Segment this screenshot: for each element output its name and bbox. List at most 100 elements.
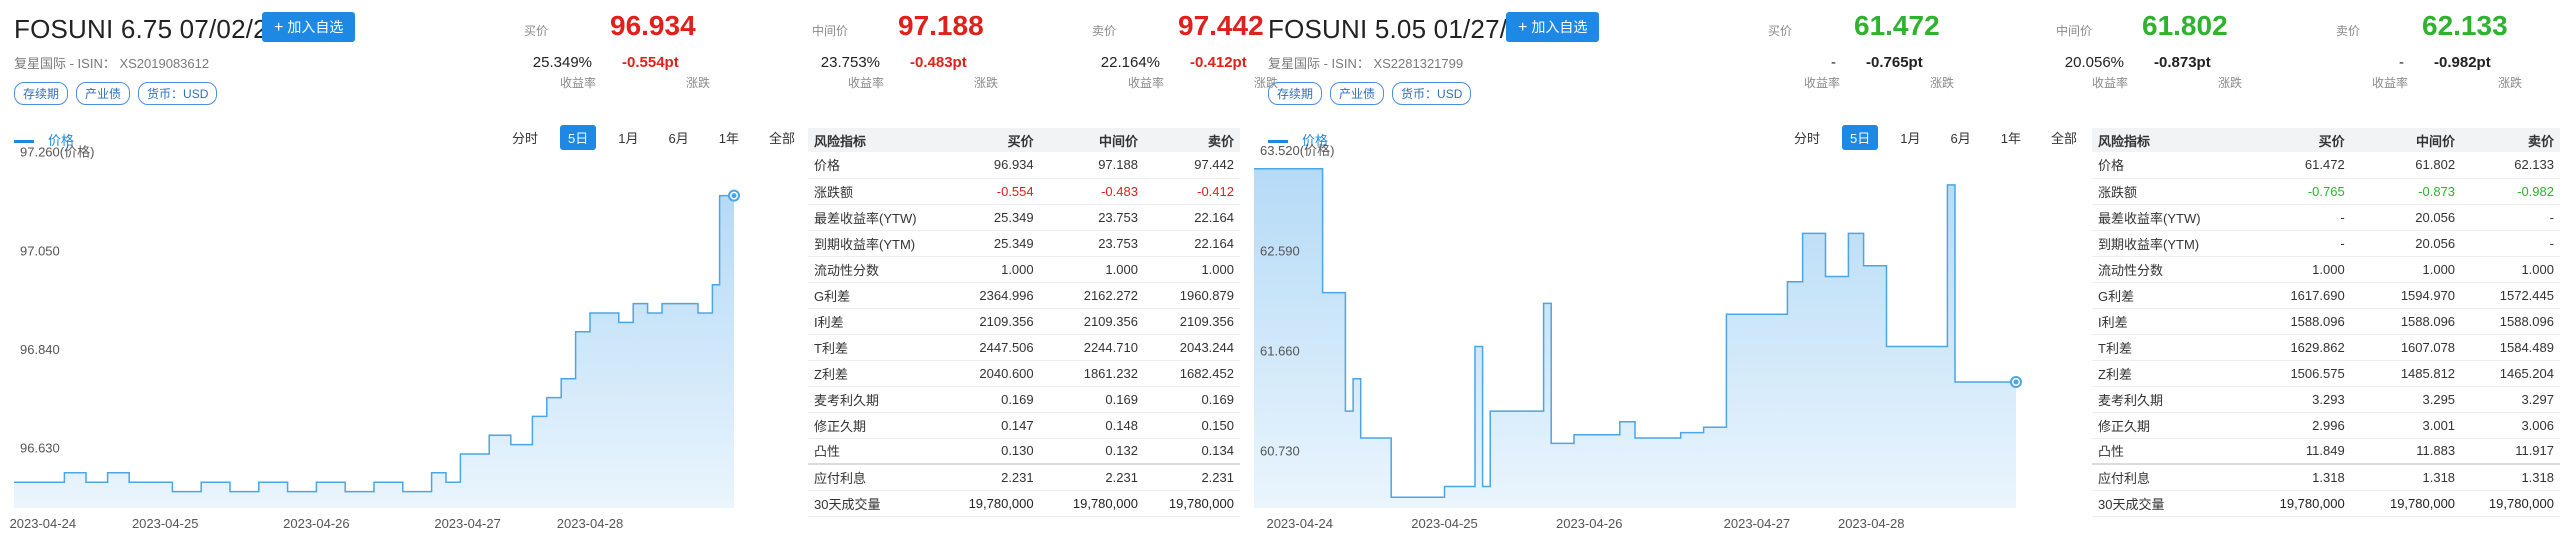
- ask-value: 1.000: [2461, 256, 2560, 283]
- ask-value: 19,780,000: [1143, 490, 1240, 517]
- price-area: [14, 195, 734, 508]
- mid-value: 97.188: [1039, 152, 1144, 179]
- bid-value: 96.934: [935, 152, 1040, 179]
- bid-change-label: 涨跌: [686, 76, 711, 90]
- price-chart-svg: 63.520(价格) 62.590 61.660 60.730 2023-04-24 20…: [1254, 143, 2022, 531]
- x-tick-label: 2023-04-27: [434, 516, 501, 531]
- bid-label: 买价: [1768, 24, 1793, 38]
- add-to-watchlist-button[interactable]: + 加入自选: [1506, 12, 1600, 42]
- col-header-bid: 买价: [935, 128, 1040, 152]
- mid-value: 1861.232: [1039, 360, 1144, 387]
- y-tick-label: 96.630: [20, 441, 60, 456]
- table-header-row: 风险指标 买价 中间价 卖价: [2092, 128, 2560, 152]
- bond-panel-fosuni-2027: FOSUNI 5.05 01/27/27 + 加入自选 复星国际 - ISIN： …: [1254, 0, 2560, 539]
- metric-name: 麦考利久期: [2092, 386, 2241, 413]
- table-row: 30天成交量 19,780,000 19,780,000 19,780,000: [808, 490, 1240, 517]
- period-tab-2[interactable]: 1月: [1892, 125, 1928, 150]
- tag-industry[interactable]: 产业债: [76, 82, 131, 105]
- ask-value: 0.169: [1143, 386, 1240, 413]
- ask-value: 2109.356: [1143, 308, 1240, 335]
- tag-currency[interactable]: 货币：USD: [138, 82, 218, 105]
- table-row: 修正久期 0.147 0.148 0.150: [808, 412, 1240, 439]
- ask-value: 19,780,000: [2461, 490, 2560, 517]
- mid-yield-label: 收益率: [2092, 76, 2129, 90]
- table-row: 应付利息 1.318 1.318 1.318: [2092, 463, 2560, 491]
- bid-value: 11.849: [2240, 438, 2351, 465]
- mid-value: 19,780,000: [2350, 490, 2462, 517]
- mid-change: -0.483pt: [910, 54, 967, 71]
- bid-value: 1.318: [2240, 463, 2351, 491]
- mid-value: 23.753: [1039, 204, 1144, 231]
- ask-value: 3.297: [2461, 386, 2560, 413]
- period-tab-4[interactable]: 1年: [711, 125, 747, 150]
- ask-price: 62.133: [2422, 10, 2508, 41]
- period-tab-0[interactable]: 分时: [504, 125, 546, 150]
- bond-title: FOSUNI 6.75 07/02/23: [14, 14, 283, 44]
- tag-industry[interactable]: 产业债: [1330, 82, 1385, 105]
- metric-name: G利差: [808, 282, 936, 309]
- mid-value: 1.318: [2350, 463, 2462, 491]
- table-row: 修正久期 2.996 3.001 3.006: [2092, 412, 2560, 439]
- bid-value: 19,780,000: [935, 490, 1040, 517]
- mid-value: 19,780,000: [1039, 490, 1144, 517]
- tag-list: 存续期 产业债 货币：USD: [1268, 82, 1472, 105]
- mid-change: -0.873pt: [2154, 54, 2211, 71]
- ask-value: 22.164: [1143, 230, 1240, 257]
- mid-change-label: 涨跌: [2218, 76, 2243, 90]
- ask-value: 1960.879: [1143, 282, 1240, 309]
- mid-value: 2.231: [1039, 463, 1144, 491]
- col-header-ask: 卖价: [2461, 128, 2560, 152]
- plus-icon: +: [274, 19, 284, 36]
- bid-value: 1.000: [935, 256, 1040, 283]
- period-tab-2[interactable]: 1月: [610, 125, 646, 150]
- metric-name: 30天成交量: [808, 490, 936, 517]
- metric-name: 麦考利久期: [808, 386, 936, 413]
- col-header-mid: 中间价: [2350, 128, 2462, 152]
- bid-change-label: 涨跌: [1930, 76, 1955, 90]
- tag-status[interactable]: 存续期: [1268, 82, 1323, 105]
- bid-value: 2040.600: [935, 360, 1040, 387]
- mid-yield: 20.056%: [2064, 54, 2124, 71]
- mid-value: 1588.096: [2350, 308, 2462, 335]
- mid-value: 20.056: [2350, 230, 2462, 257]
- table-row: 涨跌额 -0.554 -0.483 -0.412: [808, 178, 1240, 205]
- last-price-dot: [2013, 379, 2019, 385]
- table-header-row: 风险指标 买价 中间价 卖价: [808, 128, 1240, 152]
- bid-value: 1.000: [2240, 256, 2351, 283]
- price-chart-svg: 97.260(价格) 97.050 96.840 96.630 2023-04-24 20…: [10, 145, 740, 531]
- mid-value: 2109.356: [1039, 308, 1144, 335]
- y-tick-label: 62.590: [1260, 243, 1300, 258]
- ask-label: 卖价: [1092, 24, 1117, 38]
- period-tab-0[interactable]: 分时: [1786, 125, 1828, 150]
- period-tab-3[interactable]: 6月: [1942, 125, 1978, 150]
- table-row: 麦考利久期 3.293 3.295 3.297: [2092, 386, 2560, 413]
- table-row: 应付利息 2.231 2.231 2.231: [808, 463, 1240, 491]
- period-tab-5[interactable]: 全部: [761, 125, 803, 150]
- ask-value: 1584.489: [2461, 334, 2560, 361]
- mid-value: 1607.078: [2350, 334, 2462, 361]
- bid-yield-label: 收益率: [560, 76, 597, 90]
- metric-name: 最差收益率(YTW): [808, 204, 936, 231]
- metric-name: I利差: [808, 308, 936, 335]
- period-tab-1[interactable]: 5日: [1842, 125, 1879, 150]
- period-tab-4[interactable]: 1年: [1993, 125, 2029, 150]
- period-tab-1[interactable]: 5日: [560, 125, 597, 150]
- tag-currency[interactable]: 货币：USD: [1392, 82, 1472, 105]
- ask-value: 1682.452: [1143, 360, 1240, 387]
- table-row: 凸性 0.130 0.132 0.134: [808, 438, 1240, 465]
- y-tick-label: 97.050: [20, 243, 60, 258]
- period-tab-3[interactable]: 6月: [660, 125, 696, 150]
- tag-status[interactable]: 存续期: [14, 82, 69, 105]
- period-tab-5[interactable]: 全部: [2043, 125, 2085, 150]
- x-tick-label: 2023-04-25: [132, 516, 199, 531]
- table-row: G利差 2364.996 2162.272 1960.879: [808, 282, 1240, 309]
- mid-label: 中间价: [2056, 24, 2093, 38]
- ask-change: -0.982pt: [2434, 54, 2491, 71]
- bond-panel-fosuni-2023: FOSUNI 6.75 07/02/23 + 加入自选 复星国际 - ISIN： …: [0, 0, 1278, 539]
- x-tick-label: 2023-04-24: [1266, 516, 1333, 531]
- add-to-watchlist-button[interactable]: + 加入自选: [262, 12, 356, 42]
- mid-yield: 23.753%: [820, 54, 880, 71]
- metric-name: Z利差: [2092, 360, 2241, 387]
- table-row: Z利差 1506.575 1485.812 1465.204: [2092, 360, 2560, 387]
- metric-name: I利差: [2092, 308, 2241, 335]
